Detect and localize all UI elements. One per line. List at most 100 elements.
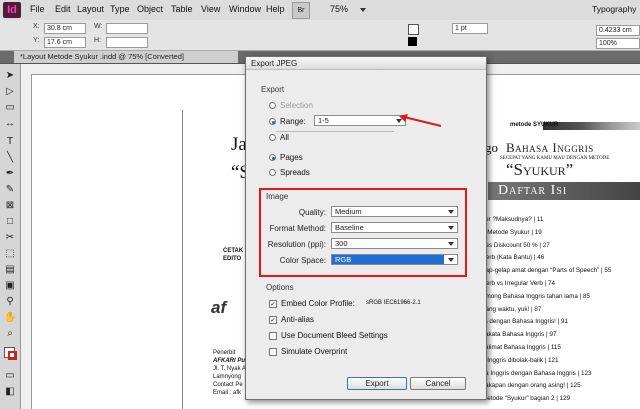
format-method-value: Baseline bbox=[335, 223, 364, 232]
indesign-app-icon: Id bbox=[3, 2, 21, 18]
zoom-level[interactable]: 75% bbox=[330, 4, 348, 14]
publisher-address-2: Lamnyong bbox=[213, 374, 242, 380]
range-radio[interactable] bbox=[269, 118, 276, 125]
rectangle-tool-icon[interactable]: □ bbox=[4, 216, 16, 228]
pencil-tool-icon[interactable]: ✎ bbox=[4, 184, 16, 196]
h-field[interactable] bbox=[106, 37, 148, 48]
opacity-field[interactable]: 100% bbox=[596, 38, 640, 49]
menu-object[interactable]: Object bbox=[137, 4, 163, 14]
image-section-heading: Image bbox=[266, 192, 289, 201]
export-button[interactable]: Export bbox=[347, 377, 407, 390]
right-header-small: metode SYUKUR bbox=[510, 122, 559, 128]
selection-radio[interactable] bbox=[269, 102, 276, 109]
direct-selection-tool-icon[interactable]: ▷ bbox=[4, 86, 16, 98]
range-label: Range: bbox=[280, 117, 306, 126]
publisher-label: Penerbit bbox=[213, 350, 236, 356]
menu-window[interactable]: Window bbox=[229, 4, 261, 14]
range-field[interactable]: 1-5 bbox=[314, 115, 406, 126]
spreads-label: Spreads bbox=[280, 168, 310, 177]
options-section-heading: Options bbox=[266, 283, 294, 292]
overprint-label: Simulate Overprint bbox=[281, 347, 348, 356]
free-transform-tool-icon[interactable]: ⬚ bbox=[4, 248, 16, 260]
menu-view[interactable]: View bbox=[201, 4, 220, 14]
anti-alias-checkbox[interactable]: ✓ bbox=[269, 316, 277, 324]
format-method-dropdown-icon[interactable] bbox=[448, 226, 454, 230]
toc-entry: kalimat Bahasa Inggris | 115 bbox=[482, 343, 561, 351]
toc-entry: gap-gelap amat dengan “Parts of Speech” … bbox=[482, 267, 612, 275]
toc-entry: ra dengan Bahasa Inggris! | 91 bbox=[482, 318, 569, 326]
gap-tool-icon[interactable]: ↔ bbox=[4, 118, 16, 130]
export-jpeg-dialog: Export JPEG Export Selection Range: 1-5 … bbox=[245, 56, 487, 400]
zoom-dropdown-icon[interactable] bbox=[360, 8, 366, 12]
type-tool-icon[interactable]: T bbox=[4, 136, 16, 148]
toc-entry: cakapan dengan orang asing! | 125 bbox=[482, 382, 581, 390]
menu-help[interactable]: Help bbox=[266, 4, 285, 14]
embed-profile-checkbox[interactable]: ✓ bbox=[269, 300, 277, 308]
menu-table[interactable]: Table bbox=[171, 4, 193, 14]
toc-entry: Verb vs Irregular Verb | 74 bbox=[482, 279, 556, 287]
y-field[interactable]: 17.6 cm bbox=[44, 37, 86, 48]
default-stroke-icon[interactable] bbox=[8, 351, 17, 360]
toc-entry: sakata Bahasa Inggris | 97 bbox=[482, 331, 557, 339]
pages-radio[interactable] bbox=[269, 154, 276, 161]
line-tool-icon[interactable]: ╲ bbox=[4, 152, 16, 164]
x-field[interactable]: 30.8 cm bbox=[44, 23, 86, 34]
w-field[interactable] bbox=[106, 23, 148, 34]
color-space-select[interactable]: RGB bbox=[331, 254, 458, 265]
publisher-address-1: Jl. T. Nyak A bbox=[213, 366, 246, 372]
page-tool-icon[interactable]: ▭ bbox=[4, 102, 16, 114]
fill-swatch[interactable] bbox=[408, 24, 419, 35]
width-field[interactable]: 0.4233 cm bbox=[596, 25, 640, 36]
normal-view-icon[interactable]: ▭ bbox=[4, 370, 16, 382]
vertical-ruler[interactable] bbox=[21, 74, 32, 409]
menu-edit[interactable]: Edit bbox=[55, 4, 71, 14]
pen-tool-icon[interactable]: ✒ bbox=[4, 168, 16, 180]
selection-label: Selection bbox=[280, 101, 313, 110]
scissors-tool-icon[interactable]: ✂ bbox=[4, 232, 16, 244]
workspace-switcher[interactable]: Typography bbox=[592, 4, 636, 14]
toc-entry: sa Inggris dengan Bahasa Inggris | 123 bbox=[482, 369, 592, 377]
color-space-dropdown-icon[interactable] bbox=[448, 258, 454, 262]
note-tool-icon[interactable]: ▣ bbox=[4, 280, 16, 292]
pages-label: Pages bbox=[280, 153, 303, 162]
range-divider bbox=[276, 131, 394, 132]
preview-mode-icon[interactable]: ◧ bbox=[4, 386, 16, 398]
menu-type[interactable]: Type bbox=[110, 4, 130, 14]
all-label: All bbox=[280, 133, 289, 142]
selection-tool-icon[interactable]: ➤ bbox=[4, 70, 16, 82]
toc-entry: nang waktu, yuk! | 87 bbox=[482, 305, 542, 313]
menu-file[interactable]: File bbox=[30, 4, 45, 14]
toc-list: kur ?Maksudnya? | 11 a Metode Syukur | 19… bbox=[482, 214, 640, 406]
resolution-select[interactable]: 300 bbox=[331, 238, 458, 249]
cancel-button[interactable]: Cancel bbox=[410, 377, 466, 390]
rectangle-frame-tool-icon[interactable]: ⊠ bbox=[4, 200, 16, 212]
all-radio[interactable] bbox=[269, 134, 276, 141]
dialog-title: Export JPEG bbox=[246, 57, 486, 70]
bleed-checkbox[interactable] bbox=[269, 332, 277, 340]
stroke-swatch[interactable] bbox=[408, 37, 417, 46]
toc-entry: ges Diskcount 50 % | 27 bbox=[482, 241, 550, 249]
anti-alias-label: Anti-alias bbox=[281, 315, 314, 324]
embed-profile-name: sRGB IEC61966-2.1 bbox=[366, 300, 421, 306]
quality-label: Quality: bbox=[298, 208, 326, 217]
quality-select[interactable]: Medium bbox=[331, 206, 458, 217]
spreads-radio[interactable] bbox=[269, 169, 276, 176]
color-space-value: RGB bbox=[332, 255, 444, 264]
bleed-label: Use Document Bleed Settings bbox=[281, 331, 388, 340]
format-method-select[interactable]: Baseline bbox=[331, 222, 458, 233]
stroke-weight-field[interactable]: 1 pt bbox=[452, 23, 488, 34]
menu-layout[interactable]: Layout bbox=[77, 4, 104, 14]
gradient-tool-icon[interactable]: ▤ bbox=[4, 264, 16, 276]
range-value: 1-5 bbox=[318, 116, 329, 125]
zoom-tool-icon[interactable]: ⌕ bbox=[4, 328, 16, 340]
embed-profile-label: Embed Color Profile: bbox=[281, 299, 355, 308]
hand-tool-icon[interactable]: ✋ bbox=[4, 312, 16, 324]
eyedropper-tool-icon[interactable]: ⚲ bbox=[4, 296, 16, 308]
quality-dropdown-icon[interactable] bbox=[448, 210, 454, 214]
bridge-button[interactable]: Br bbox=[292, 2, 310, 19]
document-tab[interactable]: *Layout Metode Syukur .indd @ 75% [Conve… bbox=[14, 51, 238, 63]
color-space-label: Color Space: bbox=[279, 256, 326, 265]
resolution-dropdown-icon[interactable] bbox=[448, 242, 454, 246]
toc-entry: kur ?Maksudnya? | 11 bbox=[482, 216, 544, 223]
overprint-checkbox[interactable] bbox=[269, 348, 277, 356]
